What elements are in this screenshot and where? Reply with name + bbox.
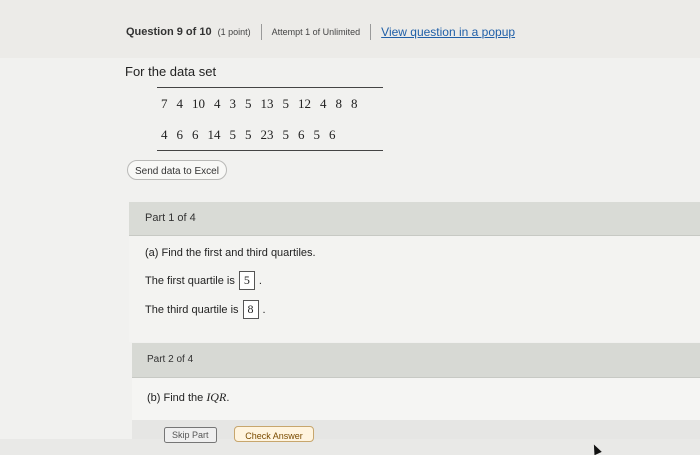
part-1-panel: Part 1 of 4 (a) Find the first and third… (129, 202, 700, 455)
data-value: 8 (335, 96, 343, 111)
data-row-2: 4 6 6 14 5 5 23 5 6 5 6 (157, 119, 383, 150)
iqr-term: IQR (206, 390, 227, 404)
data-value: 5 (245, 127, 252, 142)
part-2-question-prefix: (b) Find the (147, 392, 204, 404)
data-value: 6 (298, 127, 305, 142)
data-value: 7 (161, 96, 168, 111)
action-bar: Skip Part Check Answer (132, 420, 700, 443)
data-value: 10 (192, 96, 205, 111)
third-quartile-row: The third quartile is 8. (145, 300, 266, 319)
data-value: 5 (282, 96, 290, 111)
data-value: 4 (214, 96, 221, 111)
third-quartile-label: The third quartile is (145, 303, 239, 316)
data-set-intro: For the data set (125, 64, 217, 79)
data-value: 12 (298, 96, 311, 111)
third-quartile-answer[interactable]: 8 (242, 300, 259, 319)
question-info: Question 9 of 10 (1 point) Attempt 1 of … (126, 24, 515, 40)
skip-part-button[interactable]: Skip Part (164, 427, 217, 443)
data-value: 6 (329, 127, 336, 142)
mouse-cursor-icon (590, 442, 602, 455)
data-value: 5 (245, 96, 252, 111)
view-question-popup-link[interactable]: View question in a popup (381, 25, 515, 39)
part-2-question: (b) Find the IQR. (147, 390, 229, 405)
data-value: 6 (192, 127, 199, 142)
first-quartile-row: The first quartile is 5. (145, 271, 262, 290)
part-2-header: Part 2 of 4 (132, 343, 700, 378)
data-set-table: 7 4 10 4 3 5 13 5 12 4 8 8 4 6 6 14 5 5 … (157, 87, 383, 151)
send-data-to-excel-button[interactable]: Send data to Excel (127, 160, 227, 180)
data-value: 14 (207, 127, 221, 142)
attempt-label: Attempt 1 of Unlimited (271, 27, 361, 37)
separator-divider (370, 24, 372, 40)
separator-divider (260, 24, 262, 40)
part-2-question-suffix: . (226, 392, 230, 404)
part-1-header: Part 1 of 4 (129, 202, 700, 236)
data-value: 13 (260, 96, 274, 111)
data-row-1: 7 4 10 4 3 5 13 5 12 4 8 8 (157, 88, 383, 119)
data-value: 6 (176, 127, 184, 142)
data-value: 5 (282, 127, 290, 142)
check-answer-button[interactable]: Check Answer (234, 426, 314, 442)
question-number-label: Question 9 of 10 (126, 26, 212, 38)
question-header: Question 9 of 10 (1 point) Attempt 1 of … (0, 0, 700, 59)
data-value: 4 (176, 96, 184, 111)
data-value: 4 (320, 96, 327, 111)
data-value: 8 (351, 96, 358, 111)
data-value: 5 (229, 127, 237, 142)
data-value: 23 (260, 127, 274, 142)
data-value: 4 (161, 127, 168, 142)
data-value: 5 (313, 127, 321, 142)
part-1-question: (a) Find the first and third quartiles. (145, 247, 316, 259)
points-label: (1 point) (217, 27, 251, 37)
first-quartile-label: The first quartile is (145, 274, 235, 287)
data-value: 3 (229, 96, 237, 111)
first-quartile-answer[interactable]: 5 (238, 271, 255, 290)
